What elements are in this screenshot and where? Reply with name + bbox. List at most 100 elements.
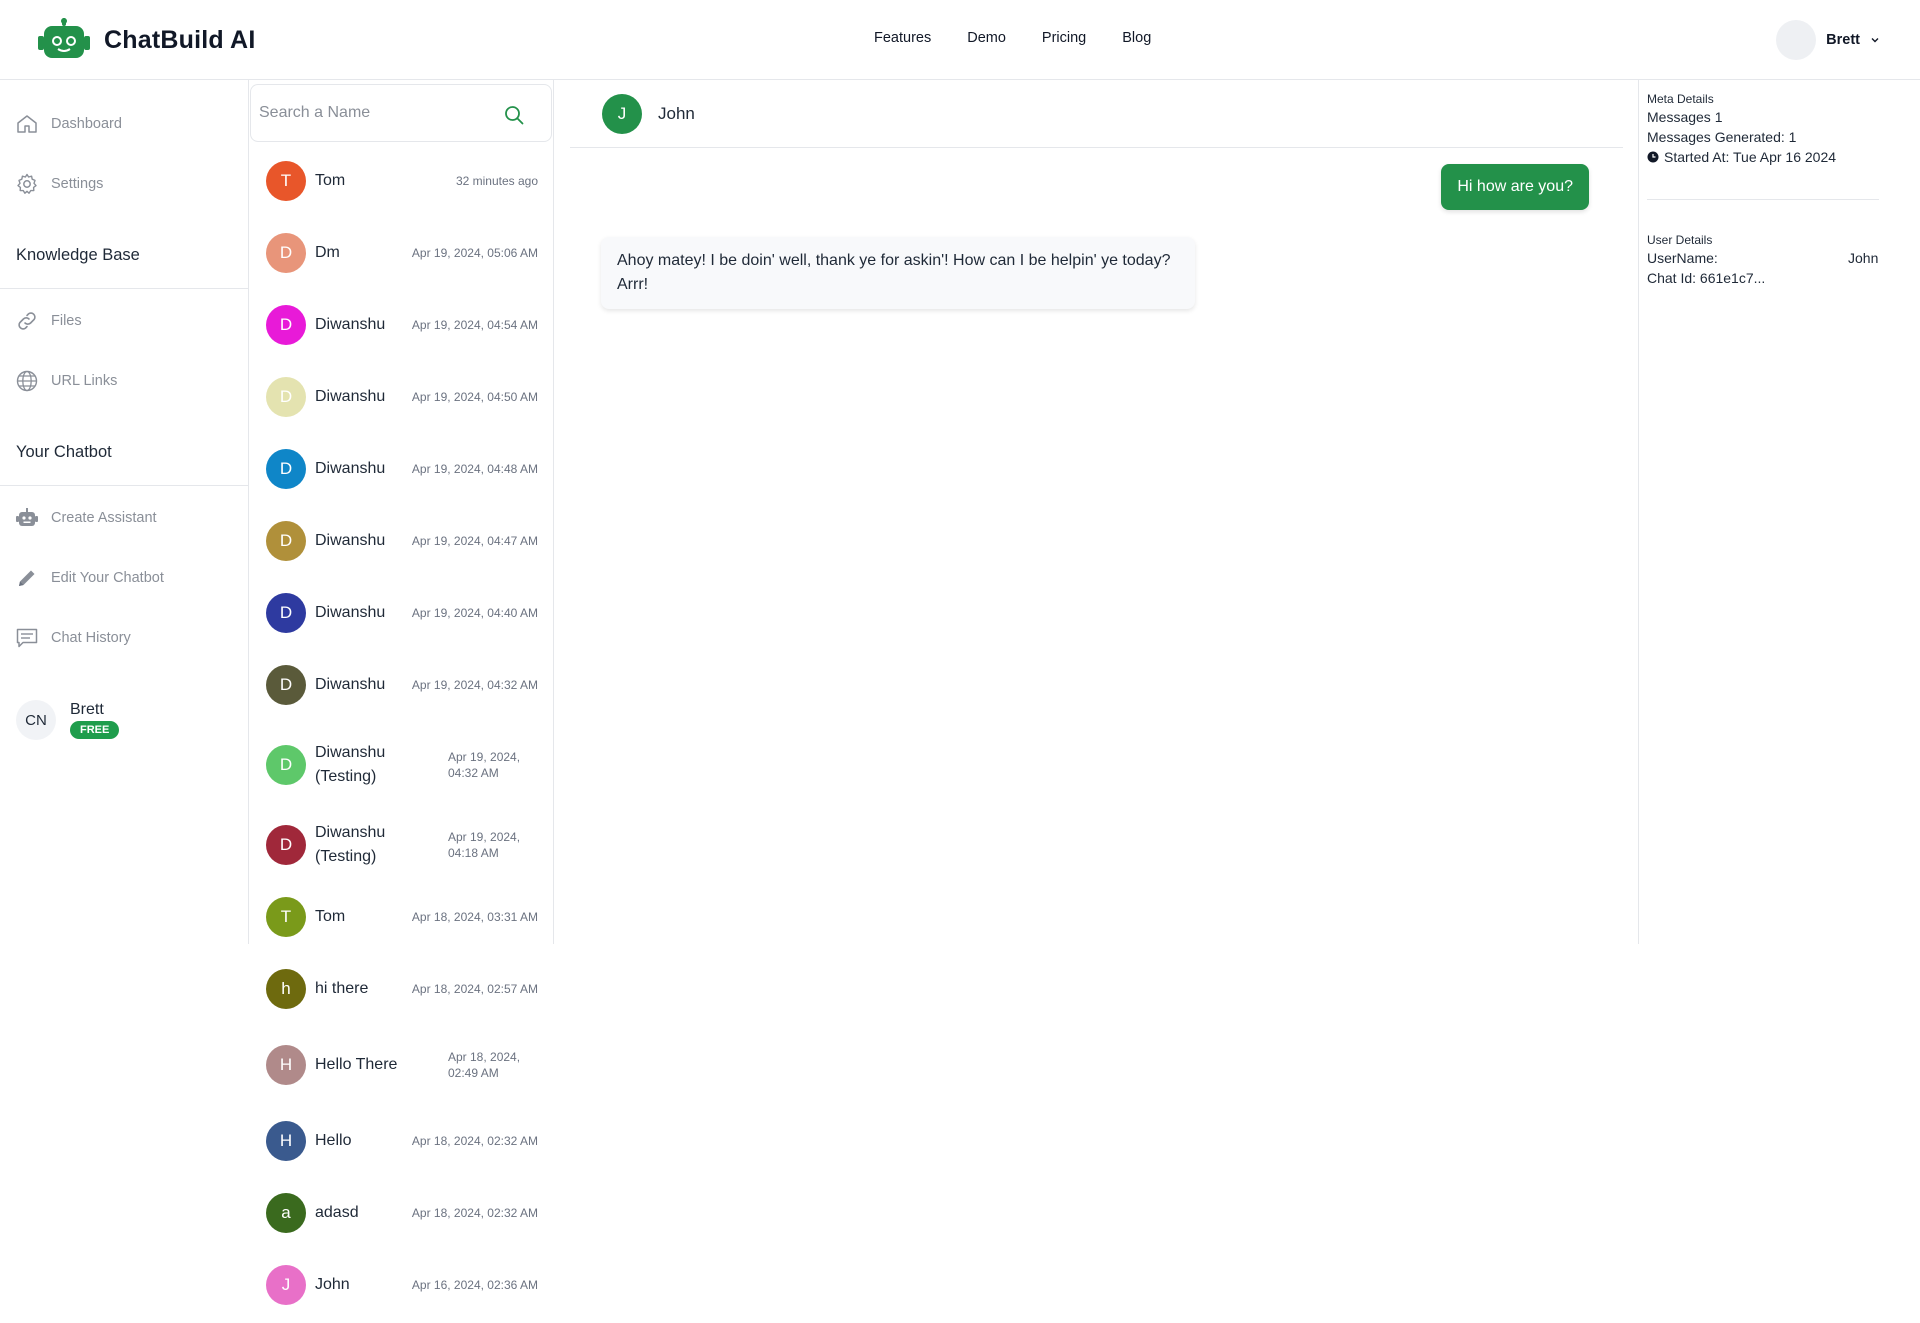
sidebar-item-url-links[interactable]: URL Links — [15, 369, 117, 393]
user-menu[interactable]: Brett — [1776, 20, 1880, 60]
list-item[interactable]: D Diwanshu Apr 19, 2024, 04:40 AM — [266, 585, 538, 641]
list-item[interactable]: D Dm Apr 19, 2024, 05:06 AM — [266, 225, 538, 281]
conversation-time: 32 minutes ago — [455, 174, 538, 188]
conversation-name: Diwanshu — [315, 532, 386, 549]
list-item[interactable]: D Diwanshu Apr 19, 2024, 04:47 AM — [266, 513, 538, 569]
list-item[interactable]: D Diwanshu Apr 19, 2024, 04:48 AM — [266, 441, 538, 497]
avatar: D — [266, 377, 306, 417]
clock-icon — [1647, 151, 1659, 163]
sidebar-item-chat-history[interactable]: Chat History — [15, 626, 131, 650]
conversation-time: Apr 18, 2024, 02:49 AM — [448, 1050, 521, 1080]
sidebar-item-dashboard[interactable]: Dashboard — [15, 112, 122, 136]
list-item[interactable]: D Diwanshu (Testing) Apr 19, 2024, 04:18 A… — [266, 817, 538, 873]
nav-pricing[interactable]: Pricing — [1042, 30, 1086, 46]
avatar: D — [266, 233, 306, 273]
section-heading-knowledge-base: Knowledge Base — [16, 246, 140, 264]
avatar: H — [266, 1045, 306, 1085]
conversation-list: T Tom 32 minutes ago D Dm Apr 19, 2024, 05:06… — [250, 80, 554, 1323]
robot-logo-icon — [38, 18, 90, 58]
section-heading-your-chatbot: Your Chatbot — [16, 443, 112, 461]
profile-name: Brett — [70, 701, 104, 718]
conversation-name: hi there — [315, 980, 369, 997]
conversation-time: Apr 19, 2024, 04:40 AM — [411, 606, 538, 620]
list-item[interactable]: D Diwanshu Apr 19, 2024, 04:50 AM — [266, 369, 538, 425]
top-nav: Features Demo Pricing Blog — [874, 30, 1151, 46]
list-item[interactable]: J John Apr 16, 2024, 02:36 AM — [266, 1257, 538, 1313]
list-item[interactable]: H Hello There Apr 18, 2024, 02:49 AM — [266, 1037, 538, 1093]
sidebar-item-label: Edit Your Chatbot — [51, 570, 164, 586]
list-item[interactable]: T Tom Apr 18, 2024, 03:31 AM — [266, 889, 538, 945]
username-label: UserName: — [1647, 250, 1718, 266]
list-item[interactable]: H Hello Apr 18, 2024, 02:32 AM — [266, 1113, 538, 1169]
list-item[interactable]: D Diwanshu Apr 19, 2024, 04:32 AM — [266, 657, 538, 713]
sidebar-profile[interactable]: CN Brett FREE — [16, 700, 120, 740]
list-item[interactable]: h hi there Apr 18, 2024, 02:57 AM — [266, 961, 538, 1017]
meta-details-heading: Meta Details — [1647, 92, 1714, 106]
home-icon — [17, 115, 37, 133]
started-at-text: Started At: Tue Apr 16 2024 — [1664, 149, 1837, 165]
conversation-name: Diwanshu — [315, 604, 386, 621]
sidebar-item-files[interactable]: Files — [15, 309, 82, 333]
list-item[interactable]: D Diwanshu (Testing) Apr 19, 2024, 04:32 A… — [266, 737, 538, 793]
avatar: H — [266, 1121, 306, 1161]
divider — [1647, 199, 1879, 200]
conversation-name: Hello — [315, 1132, 352, 1149]
sidebar-item-edit-your-chatbot[interactable]: Edit Your Chatbot — [15, 566, 164, 590]
nav-demo[interactable]: Demo — [967, 30, 1006, 46]
pencil-icon — [19, 570, 35, 586]
conversation-name: Hello There — [315, 1056, 398, 1073]
search-input[interactable] — [259, 99, 489, 127]
top-header: ChatBuild AI Features Demo Pricing Blog … — [0, 0, 1920, 80]
conversation-time: Apr 18, 2024, 02:32 AM — [411, 1206, 538, 1220]
nav-blog[interactable]: Blog — [1122, 30, 1151, 46]
chat-contact-name: John — [658, 103, 695, 123]
sidebar-item-label: Create Assistant — [51, 510, 157, 526]
conversation-time: Apr 19, 2024, 05:06 AM — [411, 246, 538, 260]
messages-generated: Messages Generated: 1 — [1647, 129, 1797, 145]
avatar: J — [602, 93, 642, 134]
nav-features[interactable]: Features — [874, 30, 931, 46]
conversation-name: Diwanshu — [315, 316, 386, 333]
list-item[interactable]: a adasd Apr 18, 2024, 02:32 AM — [266, 1185, 538, 1241]
divider — [0, 288, 249, 289]
avatar: D — [266, 825, 306, 865]
gear-icon — [17, 173, 37, 194]
robot-icon — [16, 508, 38, 526]
chat-history-icon — [16, 628, 38, 648]
conversation-time: Apr 19, 2024, 04:32 AM — [448, 750, 521, 780]
globe-icon — [16, 370, 38, 392]
avatar: a — [266, 1193, 306, 1233]
username-value: John — [1848, 250, 1879, 266]
list-item[interactable]: D Diwanshu Apr 19, 2024, 04:54 AM — [266, 297, 538, 353]
divider — [0, 485, 249, 486]
conversation-time: Apr 19, 2024, 04:54 AM — [411, 318, 538, 332]
conversation-time: Apr 19, 2024, 04:47 AM — [411, 534, 538, 548]
conversation-time: Apr 19, 2024, 04:48 AM — [411, 462, 538, 476]
conversation-time: Apr 19, 2024, 04:32 AM — [411, 678, 538, 692]
sidebar-item-create-assistant[interactable]: Create Assistant — [15, 506, 157, 530]
messages-count: Messages 1 — [1647, 109, 1723, 125]
avatar: h — [266, 969, 306, 1009]
avatar: T — [266, 897, 306, 937]
brand[interactable]: ChatBuild AI — [38, 18, 255, 62]
conversation-time: Apr 18, 2024, 02:32 AM — [411, 1134, 538, 1148]
avatar — [1776, 20, 1817, 60]
bot-message: Ahoy matey! I be doin' well, thank ye fo… — [601, 237, 1195, 309]
conversation-time: Apr 19, 2024, 04:18 AM — [448, 830, 521, 860]
conversation-time: Apr 18, 2024, 02:57 AM — [411, 982, 538, 996]
user-menu-name: Brett — [1826, 32, 1860, 48]
sidebar-item-settings[interactable]: Settings — [15, 172, 103, 196]
list-item[interactable]: T Tom 32 minutes ago — [266, 153, 538, 209]
avatar: D — [266, 521, 306, 561]
conversation-time: Apr 19, 2024, 04:50 AM — [411, 390, 538, 404]
brand-name: ChatBuild AI — [104, 25, 256, 54]
avatar: D — [266, 593, 306, 633]
conversation-time: Apr 16, 2024, 02:36 AM — [411, 1278, 538, 1292]
user-details-heading: User Details — [1647, 233, 1713, 247]
conversation-name: Diwanshu — [315, 460, 386, 477]
search-icon[interactable] — [503, 104, 525, 126]
conversation-name: Diwanshu — [315, 388, 386, 405]
conversation-name: John — [315, 1276, 350, 1293]
user-message: Hi how are you? — [1441, 164, 1589, 210]
avatar: J — [266, 1265, 306, 1305]
